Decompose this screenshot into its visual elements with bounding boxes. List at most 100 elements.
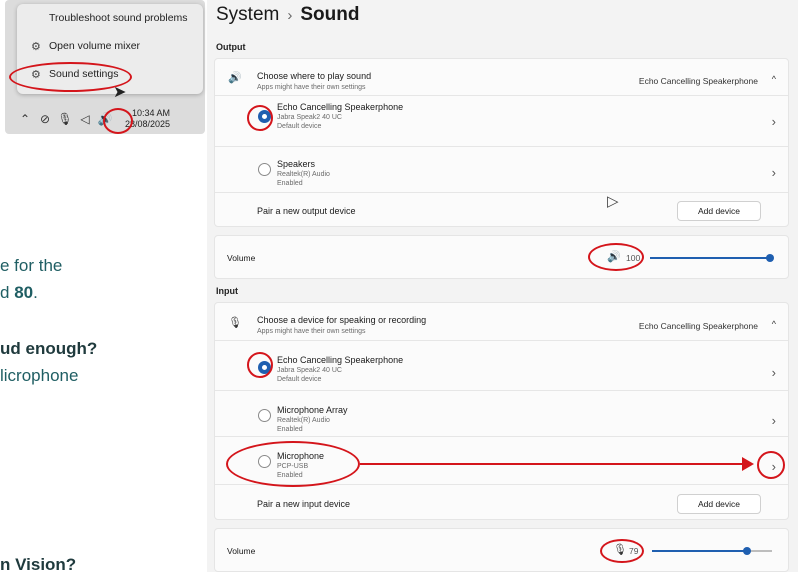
- menu-item-troubleshoot[interactable]: Troubleshoot sound problems: [17, 4, 203, 32]
- output-header-title: Choose where to play sound: [257, 71, 372, 81]
- breadcrumb-separator: ›: [287, 7, 293, 24]
- clock-date: 28/08/2025: [125, 119, 171, 129]
- output-header-subtitle: Apps might have their own settings: [257, 84, 366, 91]
- location-icon[interactable]: ◁: [75, 112, 95, 126]
- input-device-radio[interactable]: [258, 455, 271, 468]
- page-title: Sound: [300, 4, 360, 25]
- annotation-arrow-line: [360, 463, 744, 465]
- microphone-icon[interactable]: 🎙: [55, 112, 75, 126]
- menu-item-sound-settings[interactable]: ⚙ Sound settings: [17, 60, 203, 88]
- gear-icon: ⚙: [31, 40, 41, 53]
- slide-text-line-2: d 80.: [0, 283, 38, 303]
- chevron-right-icon[interactable]: ›: [772, 459, 776, 474]
- input-volume-label: Volume: [227, 546, 256, 556]
- output-device-driver: Realtek(R) Audio: [277, 171, 330, 178]
- output-header-row[interactable]: 🔊 Choose where to play sound Apps might …: [215, 59, 788, 96]
- chevron-right-icon[interactable]: ›: [772, 165, 776, 180]
- output-device-card: 🔊 Choose where to play sound Apps might …: [214, 58, 789, 227]
- input-device-name: Microphone Array: [277, 405, 348, 415]
- output-device-radio[interactable]: [258, 163, 271, 176]
- pair-input-label: Pair a new input device: [257, 499, 351, 509]
- slide-text-heading-2: n Vision?: [0, 555, 77, 572]
- mouse-pointer-icon: ▷: [607, 193, 619, 210]
- input-device-radio[interactable]: [258, 361, 271, 374]
- chevron-up-icon[interactable]: ^: [772, 319, 776, 329]
- chevron-up-icon[interactable]: ^: [772, 74, 776, 84]
- chevron-right-icon[interactable]: ›: [772, 114, 776, 129]
- taskbar-clock[interactable]: 10:34 AM 28/08/2025: [125, 108, 170, 130]
- add-output-device-button[interactable]: Add device: [677, 201, 761, 221]
- output-volume-fill: [650, 257, 770, 259]
- output-volume-label: Volume: [227, 253, 256, 263]
- network-off-icon[interactable]: ⊘: [35, 112, 55, 126]
- input-device-status: Enabled: [277, 472, 303, 479]
- input-header-subtitle: Apps might have their own settings: [257, 328, 366, 335]
- taskbar-tray-area: Troubleshoot sound problems ⚙ Open volum…: [5, 0, 205, 134]
- output-volume-slider[interactable]: [650, 254, 774, 262]
- input-header-row[interactable]: 🎙 Choose a device for speaking or record…: [215, 303, 788, 341]
- speaker-icon[interactable]: 🔊: [607, 250, 621, 263]
- output-device-status: Default device: [277, 123, 322, 130]
- breadcrumb: System › Sound: [216, 4, 359, 26]
- output-device-name: Speakers: [277, 159, 316, 169]
- input-header-title: Choose a device for speaking or recordin…: [257, 315, 427, 325]
- input-device-radio[interactable]: [258, 409, 271, 422]
- settings-window: System › Sound Output 🔊 Choose where to pl…: [207, 0, 798, 572]
- slide-text-suffix: .: [33, 283, 38, 302]
- output-device-driver: Jabra Speak2 40 UC: [277, 114, 342, 121]
- slide-text-heading: ud enough?: [0, 339, 98, 358]
- speaker-icon[interactable]: 🔊: [95, 112, 115, 126]
- input-device-status: Default device: [277, 376, 322, 383]
- output-device-row[interactable]: Speakers Realtek(R) Audio Enabled ›: [215, 147, 788, 193]
- slide-text-line-1: e for the: [0, 256, 63, 275]
- input-device-name: Echo Cancelling Speakerphone: [277, 355, 404, 365]
- input-device-card: 🎙 Choose a device for speaking or record…: [214, 302, 789, 520]
- output-device-status: Enabled: [277, 180, 303, 187]
- input-volume-slider[interactable]: [652, 547, 772, 555]
- add-input-device-button[interactable]: Add device: [677, 494, 761, 514]
- output-device-name: Echo Cancelling Speakerphone: [277, 102, 404, 112]
- input-volume-fill: [652, 550, 747, 552]
- chevron-right-icon[interactable]: ›: [772, 413, 776, 428]
- output-volume-thumb[interactable]: [766, 254, 774, 262]
- menu-item-volume-mixer[interactable]: ⚙ Open volume mixer: [17, 32, 203, 60]
- output-selected-device: Echo Cancelling Speakerphone: [638, 76, 758, 86]
- input-volume-value: 79: [629, 546, 639, 556]
- output-volume-card: Volume 🔊 100: [214, 235, 789, 279]
- slide-text-line-4: licrophone: [0, 366, 79, 385]
- input-volume-card: Volume 🎙 79: [214, 528, 789, 572]
- annotation-arrow-head: [742, 457, 754, 471]
- output-volume-value: 100: [626, 253, 641, 263]
- output-section-label: Output: [216, 42, 246, 52]
- input-device-row[interactable]: Echo Cancelling Speakerphone Jabra Speak…: [215, 341, 788, 391]
- input-device-driver: Jabra Speak2 40 UC: [277, 367, 342, 374]
- slide-text-prefix: d: [0, 283, 15, 302]
- menu-item-label: Open volume mixer: [49, 40, 141, 52]
- slide-text-bold: 80: [14, 283, 34, 302]
- clock-time: 10:34 AM: [132, 108, 171, 118]
- slide-text-line-3: ud enough?: [0, 339, 97, 359]
- pair-output-row: Pair a new output device Add device: [215, 193, 788, 228]
- menu-item-label: Sound settings: [49, 68, 119, 80]
- input-selected-device: Echo Cancelling Speakerphone: [638, 321, 758, 331]
- speaker-icon: 🔊: [228, 72, 242, 84]
- chevron-up-icon[interactable]: ⌃: [15, 112, 35, 126]
- input-section-label: Input: [216, 286, 238, 296]
- microphone-icon[interactable]: 🎙: [613, 543, 627, 556]
- tray-context-menu: Troubleshoot sound problems ⚙ Open volum…: [17, 4, 203, 94]
- input-volume-thumb[interactable]: [742, 547, 751, 555]
- input-device-status: Enabled: [277, 426, 303, 433]
- menu-item-label: Troubleshoot sound problems: [49, 12, 188, 24]
- input-device-driver: PCP-USB: [277, 463, 309, 470]
- output-device-radio[interactable]: [258, 110, 271, 123]
- gear-icon: ⚙: [31, 68, 41, 81]
- input-device-row[interactable]: Microphone Array Realtek(R) Audio Enable…: [215, 391, 788, 437]
- slide-text-line-5: n Vision?: [0, 555, 76, 572]
- input-device-name: Microphone: [277, 451, 325, 461]
- input-device-row[interactable]: Microphone PCP-USB Enabled ›: [215, 437, 788, 485]
- chevron-right-icon[interactable]: ›: [772, 365, 776, 380]
- mouse-pointer-icon: ➤: [113, 84, 127, 101]
- microphone-icon: 🎙: [228, 317, 242, 329]
- output-device-row[interactable]: Echo Cancelling Speakerphone Jabra Speak…: [215, 96, 788, 147]
- breadcrumb-parent[interactable]: System: [216, 4, 279, 25]
